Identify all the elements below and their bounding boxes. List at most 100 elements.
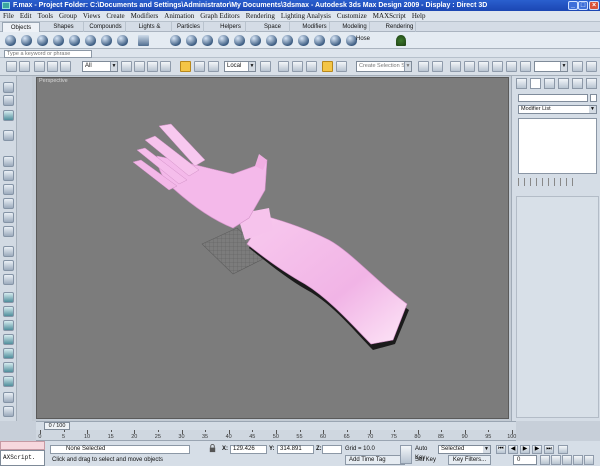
curve-editor-icon[interactable] [478, 61, 489, 72]
menu-graph-editors[interactable]: Graph Editors [197, 11, 242, 22]
object-name-field[interactable] [518, 94, 588, 102]
chamferbox-primitive-icon[interactable] [186, 35, 197, 46]
manipulate-icon[interactable] [278, 61, 289, 72]
modifier-list-combo[interactable]: Modifier List ▼ [518, 105, 597, 114]
bind-spacewarp-icon[interactable] [60, 61, 71, 72]
redo-icon[interactable] [19, 61, 30, 72]
play-icon[interactable]: ▶ [520, 445, 530, 454]
tab-space-warps[interactable]: Space Warps [256, 22, 290, 40]
select-and-rotate-icon[interactable] [194, 61, 205, 72]
menu-help[interactable]: Help [409, 11, 429, 22]
select-by-name-icon[interactable] [134, 61, 145, 72]
slice-icon[interactable] [3, 376, 14, 387]
create-tab-icon[interactable] [516, 78, 527, 89]
capsule-primitive-icon[interactable] [298, 35, 309, 46]
show-end-result-icon[interactable] [530, 178, 537, 186]
window-crossing-icon[interactable] [160, 61, 171, 72]
cone-primitive-icon[interactable] [21, 35, 32, 46]
utilities-command-icon[interactable] [3, 226, 14, 237]
bevel-icon[interactable] [3, 292, 14, 303]
add-time-tag-button[interactable]: Add Time Tag [345, 455, 405, 465]
current-frame-field[interactable]: 0 [513, 455, 537, 465]
plane-primitive-icon[interactable] [138, 35, 149, 46]
create-command-icon[interactable] [3, 156, 14, 167]
link-icon[interactable] [34, 61, 45, 72]
menu-edit[interactable]: Edit [17, 11, 35, 22]
named-selection-combo[interactable]: Create Selection Set ▼ [356, 61, 412, 72]
motion-tab-icon[interactable] [558, 78, 569, 89]
spindle-primitive-icon[interactable] [218, 35, 229, 46]
sphere-primitive-icon[interactable] [37, 35, 48, 46]
tab-modeling[interactable]: Modeling [340, 22, 370, 32]
set-key-icon[interactable] [400, 445, 412, 464]
angle-snap-icon[interactable] [306, 61, 317, 72]
key-mode-combo[interactable]: Selected ▼ [438, 445, 491, 454]
tab-compounds[interactable]: Compounds [86, 22, 126, 32]
tab-lights-cameras[interactable]: Lights & Cameras [128, 22, 172, 40]
set-key-button[interactable]: Set Key [415, 455, 437, 465]
chamfercyl-primitive-icon[interactable] [282, 35, 293, 46]
foliage-icon[interactable] [396, 35, 406, 46]
undo-icon[interactable] [6, 61, 17, 72]
maxscript-mini-listener[interactable]: AXScript. [0, 450, 45, 466]
hose-label[interactable]: Hose [356, 36, 370, 42]
tab-objects[interactable]: Objects [2, 22, 40, 32]
next-frame-icon[interactable]: ▶ [532, 445, 542, 454]
unlink-icon[interactable] [47, 61, 58, 72]
lext-primitive-icon[interactable] [314, 35, 325, 46]
go-to-end-icon[interactable]: ⏭ [544, 445, 554, 454]
key-mode-toggle-icon[interactable] [558, 445, 568, 454]
inset-icon[interactable] [3, 348, 14, 359]
align-icon[interactable] [432, 61, 443, 72]
geosphere-primitive-icon[interactable] [53, 35, 64, 46]
cylinder-primitive-icon[interactable] [69, 35, 80, 46]
pan-view-icon[interactable] [573, 455, 583, 465]
tab-shapes[interactable]: Shapes [44, 22, 84, 32]
hierarchy-tab-icon[interactable] [544, 78, 555, 89]
render-production-icon[interactable] [586, 61, 597, 72]
layer-manager-icon[interactable] [450, 61, 461, 72]
torus-primitive-icon[interactable] [101, 35, 112, 46]
reference-coord-combo[interactable]: Local ▼ [224, 61, 256, 72]
app-icon[interactable] [2, 2, 10, 9]
schematic-view-icon[interactable] [492, 61, 503, 72]
motion-command-icon[interactable] [3, 198, 14, 209]
tab-helpers[interactable]: Helpers [216, 22, 246, 32]
percent-snap-icon[interactable] [322, 61, 333, 72]
oiltank-primitive-icon[interactable] [202, 35, 213, 46]
maxscript-listener-output[interactable] [0, 441, 45, 450]
select-and-scale-icon[interactable] [208, 61, 219, 72]
configure-sets-icon[interactable] [566, 178, 573, 186]
orbit-icon[interactable] [584, 455, 594, 465]
connect-icon[interactable] [3, 334, 14, 345]
render-setup-icon[interactable] [520, 61, 531, 72]
isolate-icon[interactable] [3, 95, 14, 106]
go-to-start-icon[interactable]: ⏮ [496, 445, 506, 454]
menu-lighting-analysis[interactable]: Lighting Analysis [278, 11, 334, 22]
menu-animation[interactable]: Animation [161, 11, 197, 22]
make-unique-icon[interactable] [542, 178, 549, 186]
modifier-stack[interactable] [518, 118, 597, 174]
tab-particles[interactable]: Particles [174, 22, 204, 32]
search-input[interactable] [4, 50, 92, 58]
maximize-button[interactable]: □ [578, 1, 588, 10]
meshsmooth-icon[interactable] [3, 406, 14, 417]
selection-lock-icon[interactable] [3, 82, 14, 93]
menu-maxscript[interactable]: MAXScript [370, 11, 409, 22]
z-coord-field[interactable] [322, 445, 342, 454]
minimize-button[interactable]: _ [568, 1, 578, 10]
quick-render-icon[interactable] [572, 61, 583, 72]
scene-explorer-icon[interactable] [3, 110, 14, 121]
torusknot-primitive-icon[interactable] [266, 35, 277, 46]
chamfer-icon[interactable] [3, 306, 14, 317]
mirror-icon[interactable] [418, 61, 429, 72]
material-editor-icon[interactable] [506, 61, 517, 72]
time-slider-thumb[interactable]: 0 / 100 [44, 422, 70, 430]
close-button[interactable]: × [589, 1, 599, 10]
select-and-move-icon[interactable] [180, 61, 191, 72]
hierarchy-command-icon[interactable] [3, 184, 14, 195]
menu-modifiers[interactable]: Modifiers [128, 11, 162, 22]
rectangle-selection-icon[interactable] [147, 61, 158, 72]
box-primitive-icon[interactable] [5, 35, 16, 46]
object-color-swatch[interactable] [590, 94, 597, 102]
